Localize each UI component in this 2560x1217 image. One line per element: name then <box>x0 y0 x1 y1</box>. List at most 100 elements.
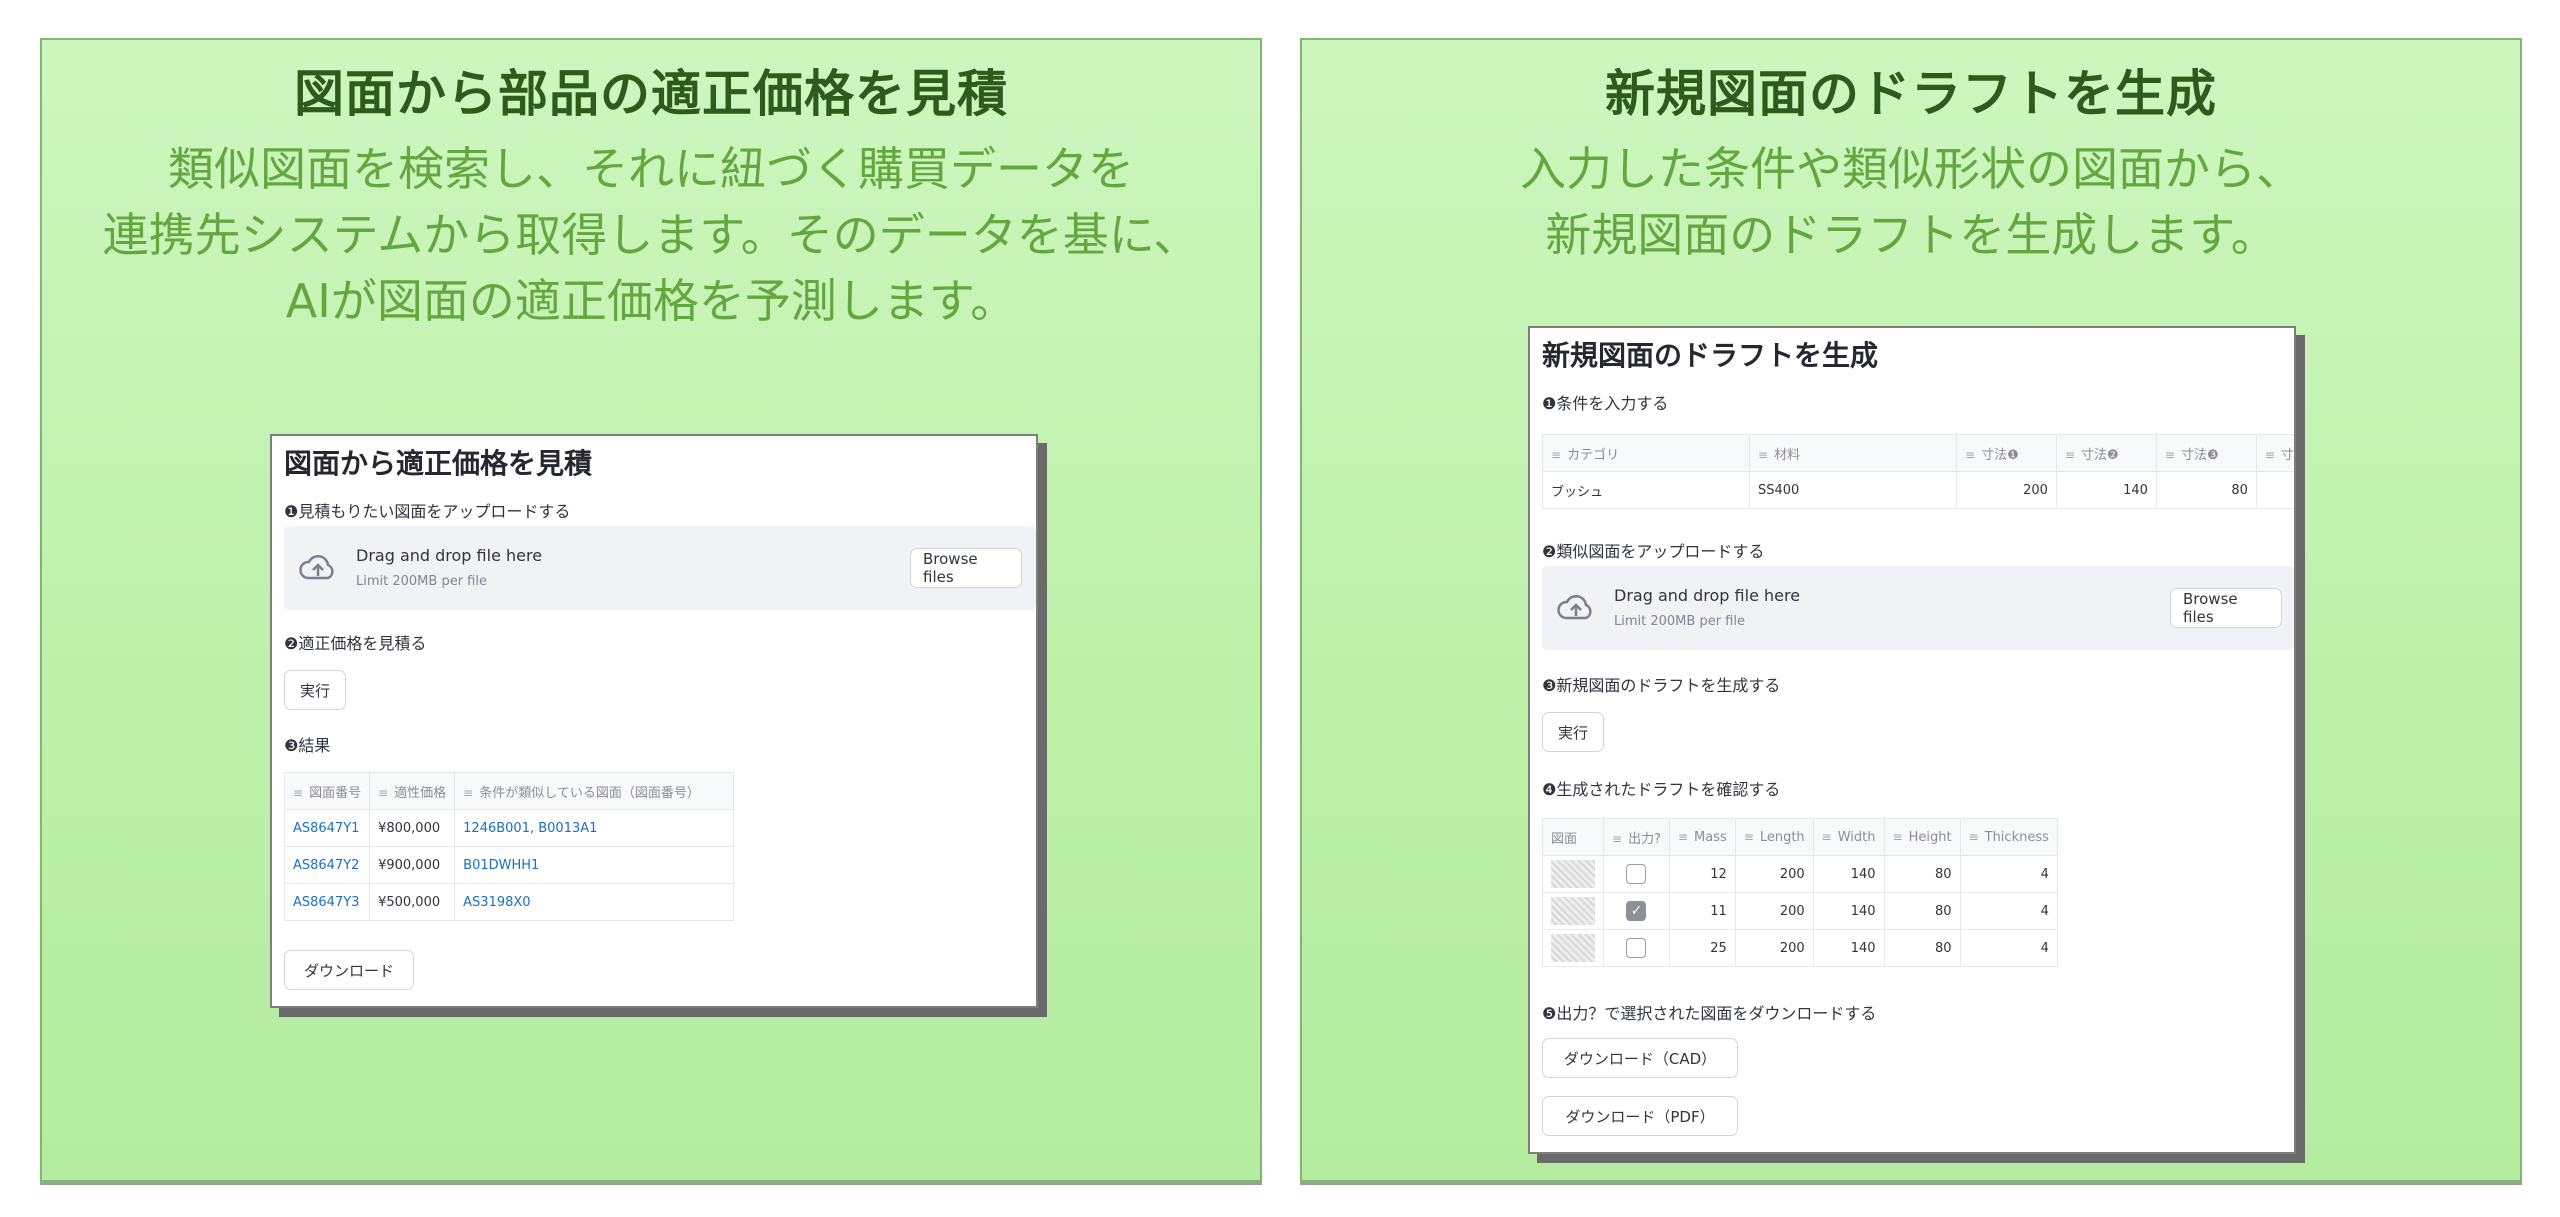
column-header[interactable]: ≡ Thickness <box>1959 818 2058 856</box>
panel-title: 新規図面のドラフトを生成 <box>1605 65 2217 123</box>
column-header[interactable]: ≡ 適性価格 <box>369 772 456 810</box>
column-header[interactable]: ≡ 条件が類似している図面（図面番号） <box>454 772 735 810</box>
column-header[interactable]: 図面 <box>1542 818 1604 856</box>
table-row: AS8647Y2 ¥900,000 B01DWHH1 <box>283 846 735 884</box>
text-column-icon: ≡ <box>293 785 304 800</box>
output-checkbox-cell[interactable] <box>1603 929 1670 967</box>
step-2-label: ❷類似図面をアップロードする <box>1542 542 1765 561</box>
mass-cell: 12 <box>1668 855 1736 893</box>
condition-table: ≡ カテゴリ ≡ 材料 ≡ 寸法❶ ≡ 寸法❷ ≡ 寸法❸ ≡ 寸 ブッシュ SS400 2… <box>1542 434 2294 509</box>
output-checkbox-cell[interactable] <box>1603 855 1670 893</box>
draft-generation-panel: 新規図面のドラフトを生成 入力した条件や類似形状の図面から、 新規図面のドラフト… <box>1300 38 2522 1182</box>
table-row: ✓ 11 200 140 80 4 <box>1542 892 2058 930</box>
estimate-panel: 図面から部品の適正価格を見積 類似図面を検索し、それに紐づく購買データを 連携先… <box>40 38 1262 1182</box>
result-table: ≡ 図面番号 ≡ 適性価格 ≡ 条件が類似している図面（図面番号） AS8647Y1 … <box>283 772 735 921</box>
column-header[interactable]: ≡ Mass <box>1668 818 1736 856</box>
thickness-cell: 4 <box>1959 929 2058 967</box>
mass-cell: 11 <box>1668 892 1736 930</box>
draft-table: 図面 ≡ 出力? ≡ Mass ≡ Length ≡ Width ≡ Height ≡ Th… <box>1542 818 2058 967</box>
similar-drawings-link[interactable]: B01DWHH1 <box>454 846 735 884</box>
column-header[interactable]: ≡ カテゴリ <box>1542 434 1750 472</box>
drawing-thumbnail <box>1542 929 1604 967</box>
price-cell: ¥900,000 <box>369 846 456 884</box>
width-cell: 140 <box>1812 929 1885 967</box>
browse-files-button[interactable]: Browse files <box>910 548 1022 588</box>
drawing-thumbnail-image <box>1551 860 1595 888</box>
drag-drop-text: Drag and drop file here <box>356 546 543 565</box>
column-header[interactable]: ≡ Width <box>1812 818 1885 856</box>
table-row: 25 200 140 80 4 <box>1542 929 2058 967</box>
app-title: 新規図面のドラフトを生成 <box>1542 339 1879 372</box>
output-checkbox[interactable] <box>1626 938 1647 958</box>
output-checkbox[interactable] <box>1626 864 1647 884</box>
output-checkbox-checked[interactable]: ✓ <box>1626 901 1647 921</box>
width-cell: 140 <box>1812 892 1885 930</box>
run-button[interactable]: 実行 <box>1542 712 1604 752</box>
thickness-cell: 4 <box>1959 855 2058 893</box>
length-cell: 200 <box>1734 892 1814 930</box>
drawing-number-link[interactable]: AS8647Y2 <box>283 846 371 884</box>
text-column-icon: ≡ <box>2064 447 2076 462</box>
app-title: 図面から適正価格を見積 <box>284 447 593 480</box>
column-header[interactable]: ≡ 寸法❷ <box>2055 434 2157 472</box>
drawing-number-link[interactable]: AS8647Y3 <box>283 883 371 921</box>
file-uploader[interactable]: Drag and drop file here Limit 200MB per … <box>1542 566 2294 650</box>
column-header[interactable]: ≡ Height <box>1883 818 1961 856</box>
browse-files-button[interactable]: Browse files <box>2170 588 2282 628</box>
dimension-cell[interactable]: 80 <box>2155 471 2257 509</box>
similar-drawings-link[interactable]: 1246B001, B0013A1 <box>454 809 735 847</box>
run-button[interactable]: 実行 <box>284 670 346 710</box>
text-column-icon: ≡ <box>2164 447 2175 462</box>
width-cell: 140 <box>1812 855 1885 893</box>
length-cell: 200 <box>1734 929 1814 967</box>
column-header[interactable]: ≡ 寸法❸ <box>2155 434 2257 472</box>
price-cell: ¥800,000 <box>369 809 456 847</box>
column-header[interactable]: ≡ 寸 <box>2255 434 2294 472</box>
drawing-thumbnail-image <box>1551 897 1595 925</box>
drawing-number-link[interactable]: AS8647Y1 <box>283 809 371 847</box>
mass-cell: 25 <box>1668 929 1736 967</box>
panel-description: 類似図面を検索し、それに紐づく購買データを 連携先システムから取得します。そのデ… <box>102 142 1200 328</box>
dimension-cell[interactable]: 200 <box>1956 471 2057 509</box>
dimension-cell[interactable] <box>2255 471 2294 509</box>
drag-drop-text: Drag and drop file here <box>1614 586 1801 605</box>
thickness-cell: 4 <box>1959 892 2058 930</box>
step-4-label: ❹生成されたドラフトを確認する <box>1542 780 1781 799</box>
table-row: ブッシュ SS400 200 140 80 <box>1542 471 2294 509</box>
table-row: AS8647Y1 ¥800,000 1246B001, B0013A1 <box>283 809 735 847</box>
estimate-app-screenshot: 図面から適正価格を見積 ❶見積もりたい図面をアップロードする Drag and … <box>270 434 1038 1008</box>
column-header[interactable]: ≡ 出力? <box>1603 818 1670 856</box>
column-header[interactable]: ≡ 寸法❶ <box>1956 434 2057 472</box>
column-header[interactable]: ≡ 図面番号 <box>283 772 371 810</box>
step-3-label: ❸新規図面のドラフトを生成する <box>1542 676 1781 695</box>
column-header[interactable]: ≡ 材料 <box>1749 434 1957 472</box>
height-cell: 80 <box>1883 929 1961 967</box>
step-1-label: ❶見積もりたい図面をアップロードする <box>284 502 571 521</box>
material-cell[interactable]: SS400 <box>1749 471 1957 509</box>
file-uploader[interactable]: Drag and drop file here Limit 200MB per … <box>284 526 1036 610</box>
column-header[interactable]: ≡ Length <box>1734 818 1814 856</box>
text-column-icon: ≡ <box>1743 829 1754 844</box>
text-column-icon: ≡ <box>1892 829 1903 844</box>
file-limit-text: Limit 200MB per file <box>356 574 487 589</box>
step-2-label: ❷適正価格を見積る <box>284 634 427 653</box>
similar-drawings-link[interactable]: AS3198X0 <box>454 883 735 921</box>
download-cad-button[interactable]: ダウンロード（CAD） <box>1542 1038 1738 1078</box>
text-column-icon: ≡ <box>1758 447 1769 462</box>
text-column-icon: ≡ <box>1968 829 1979 844</box>
output-checkbox-cell[interactable]: ✓ <box>1603 892 1670 930</box>
download-button[interactable]: ダウンロード <box>284 950 414 990</box>
dimension-cell[interactable]: 140 <box>2055 471 2157 509</box>
text-column-icon: ≡ <box>463 785 474 800</box>
download-pdf-button[interactable]: ダウンロード（PDF） <box>1542 1096 1738 1136</box>
drawing-thumbnail <box>1542 892 1604 930</box>
category-cell[interactable]: ブッシュ <box>1542 471 1750 509</box>
step-1-label: ❶条件を入力する <box>1542 394 1669 413</box>
text-column-icon: ≡ <box>378 785 389 800</box>
text-column-icon: ≡ <box>1965 447 1976 462</box>
drawing-thumbnail-image <box>1551 934 1595 962</box>
cloud-upload-icon <box>1557 595 1592 620</box>
step-3-label: ❸結果 <box>284 736 331 755</box>
text-column-icon: ≡ <box>1612 831 1623 846</box>
text-column-icon: ≡ <box>2264 447 2275 462</box>
